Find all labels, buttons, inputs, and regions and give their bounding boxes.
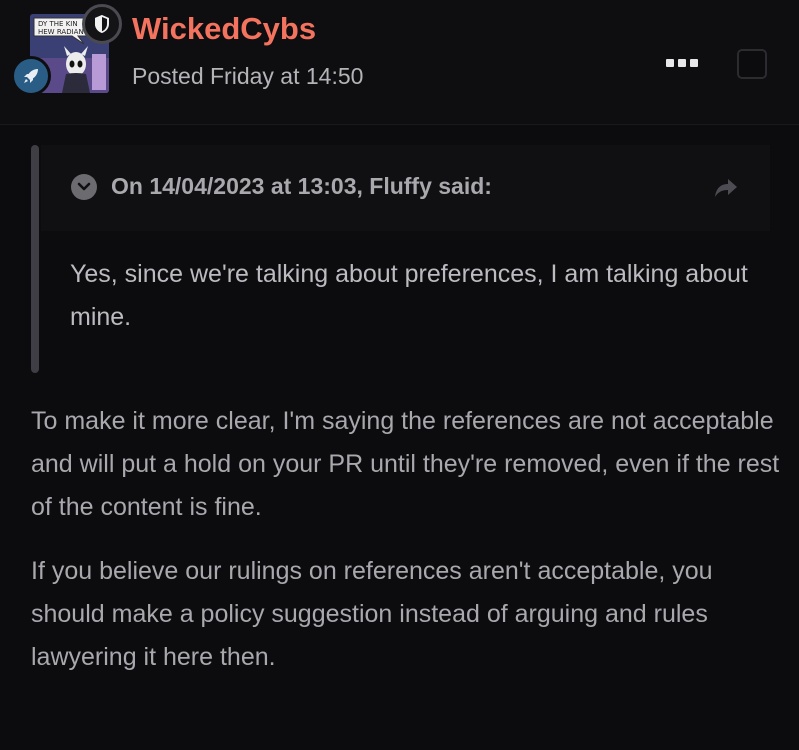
share-arrow-icon[interactable]: [713, 176, 739, 200]
ellipsis-icon[interactable]: [666, 56, 702, 70]
group-badge: [82, 4, 122, 44]
post-paragraph: If you believe our rulings on references…: [31, 557, 713, 671]
shield-icon: [95, 15, 109, 33]
avatar-caption-line-1: DY THE KIN: [38, 20, 78, 28]
dot: [678, 59, 686, 67]
post-paragraph: To make it more clear, I'm saying the re…: [31, 407, 780, 521]
author-name[interactable]: WickedCybs: [132, 11, 316, 47]
chevron-down-icon[interactable]: [71, 174, 97, 200]
quote-text: Yes, since we're talking about preferenc…: [70, 260, 748, 331]
rank-badge: [11, 56, 51, 96]
quote-header: On 14/04/2023 at 13:03, Fluffy said:: [41, 145, 770, 231]
post-content: To make it more clear, I'm saying the re…: [31, 400, 781, 700]
select-post-checkbox[interactable]: [737, 49, 767, 79]
dot: [666, 59, 674, 67]
quote-citation[interactable]: On 14/04/2023 at 13:03, Fluffy said:: [111, 173, 492, 200]
dot: [690, 59, 698, 67]
quote-bar: [31, 145, 39, 373]
post-timestamp[interactable]: Posted Friday at 14:50: [132, 63, 363, 90]
avatar-caption-line-2: HEW RADIAN: [38, 28, 84, 36]
quote-block: On 14/04/2023 at 13:03, Fluffy said: Yes…: [31, 145, 770, 373]
post-header: DY THE KIN HEW RADIAN WickedCybs Posted …: [0, 0, 799, 125]
rocket-icon: [24, 69, 38, 83]
